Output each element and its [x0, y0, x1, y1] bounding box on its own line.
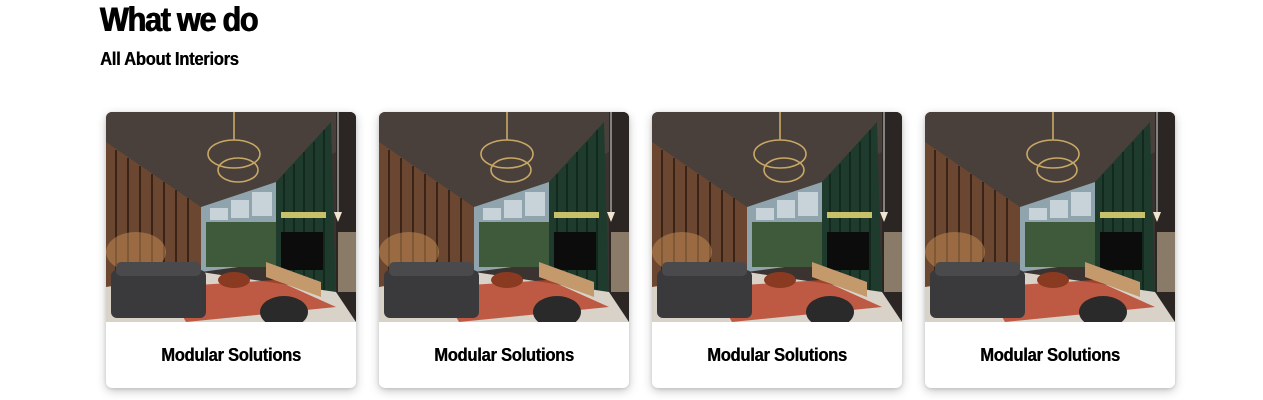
card-caption: Modular Solutions — [379, 322, 629, 388]
card-caption: Modular Solutions — [652, 322, 902, 388]
card-label: Modular Solutions — [161, 344, 301, 365]
service-card[interactable]: Modular Solutions — [652, 112, 902, 388]
card-label: Modular Solutions — [980, 344, 1120, 365]
card-label: Modular Solutions — [434, 344, 574, 365]
service-card[interactable]: Modular Solutions — [379, 112, 629, 388]
section-title: What we do — [100, 1, 259, 39]
service-card[interactable]: Modular Solutions — [106, 112, 356, 388]
card-image — [379, 112, 629, 322]
card-image — [652, 112, 902, 322]
what-we-do-section: What we do All About Interiors Modular S… — [0, 0, 1263, 400]
service-cards: Modular Solutions Modular Solutions Modu… — [106, 112, 1175, 388]
section-subtitle: All About Interiors — [100, 49, 239, 69]
card-label: Modular Solutions — [707, 344, 847, 365]
card-caption: Modular Solutions — [106, 322, 356, 388]
card-caption: Modular Solutions — [925, 322, 1175, 388]
service-card[interactable]: Modular Solutions — [925, 112, 1175, 388]
card-image — [106, 112, 356, 322]
card-image — [925, 112, 1175, 322]
section-heading: What we do All About Interiors — [100, 0, 275, 70]
